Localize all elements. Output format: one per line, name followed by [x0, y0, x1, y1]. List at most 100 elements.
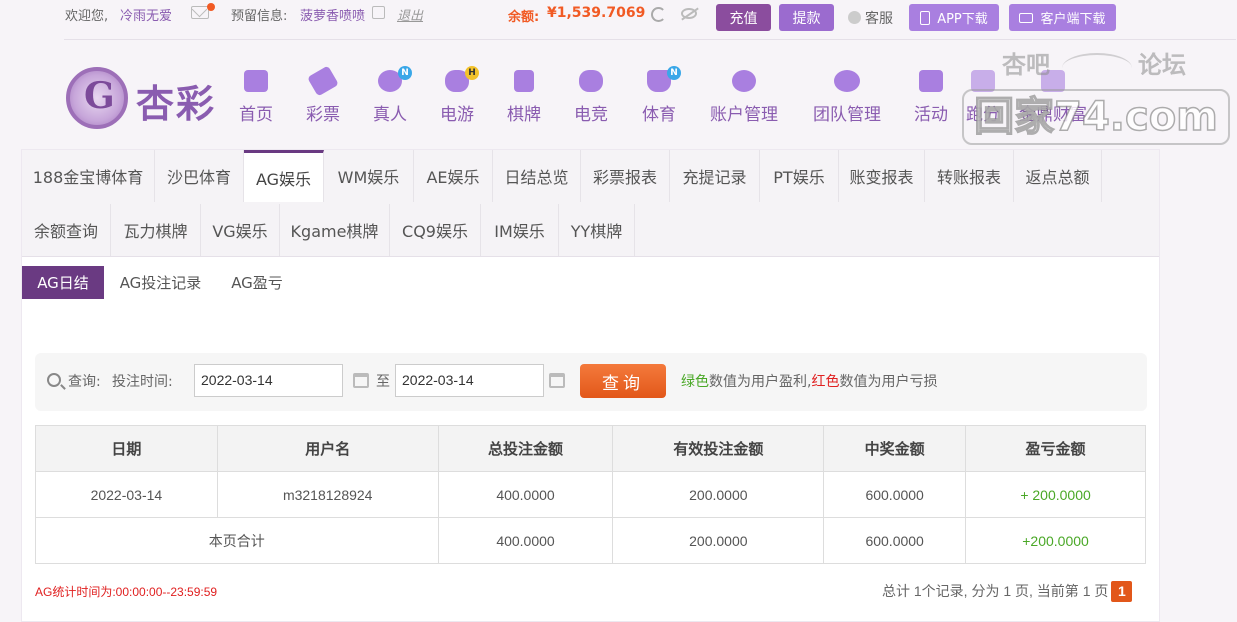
preset-value: 菠萝香喷喷	[300, 9, 366, 24]
logo-mark-icon	[66, 67, 128, 129]
nav-esports[interactable]: 电竞	[572, 70, 610, 126]
page-1-button[interactable]: 1	[1111, 581, 1133, 602]
hide-balance-icon[interactable]	[681, 8, 697, 19]
hot-badge: H	[465, 66, 479, 80]
cards-icon	[514, 70, 534, 92]
tab-cq9[interactable]: CQ9娱乐	[390, 204, 481, 256]
total-winnings: 600.0000	[823, 517, 967, 564]
tab-ae[interactable]: AE娱乐	[414, 150, 493, 202]
stat-time-note: AG统计时间为:00:00:00--23:59:59	[35, 585, 218, 599]
nav-live[interactable]: N 真人	[371, 66, 412, 126]
tab-transfer-report[interactable]: 转账报表	[925, 150, 1014, 202]
nav-sports[interactable]: N 体育	[640, 66, 681, 126]
account-icon	[732, 70, 756, 92]
tab-lottery-report[interactable]: 彩票报表	[581, 150, 670, 202]
watermark-text-left: 杏吧	[1002, 51, 1050, 79]
nav-team-management[interactable]: 团队管理	[810, 70, 884, 126]
total-profit-loss: +200.0000	[965, 517, 1146, 564]
forum-watermark: 杏吧 论坛 回家74.com	[962, 45, 1232, 145]
nav-label: 棋牌	[507, 105, 541, 125]
tab-vg[interactable]: VG娱乐	[201, 204, 280, 256]
query-button[interactable]: 查询	[580, 364, 666, 398]
service-label: 客服	[865, 11, 893, 27]
nav-label: 电竞	[574, 105, 608, 125]
subtab-ag-daily[interactable]: AG日结	[22, 266, 104, 299]
top-bar: 欢迎您, 冷雨无爱 预留信息: 菠萝香喷喷 退出 余额: ¥1,539.7069…	[0, 0, 1237, 32]
total-bet: 400.0000	[437, 517, 614, 564]
customer-service-link[interactable]: 客服	[848, 8, 893, 28]
new-badge: N	[398, 66, 412, 80]
recharge-button[interactable]: 充值	[716, 4, 771, 31]
live-dealer-icon: N	[378, 66, 412, 92]
col-valid-bet: 有效投注金额	[612, 425, 825, 472]
client-download-button[interactable]: 客户端下载	[1009, 4, 1116, 31]
cell-username: m3218128924	[216, 471, 439, 518]
nav-label: 电游	[440, 105, 474, 125]
new-badge: N	[667, 66, 681, 80]
tab-wm[interactable]: WM娱乐	[324, 150, 414, 202]
username-link[interactable]: 冷雨无爱	[120, 5, 172, 24]
hint-red: 红色	[811, 374, 840, 390]
col-total-bet: 总投注金额	[437, 425, 614, 472]
tab-wali-chess[interactable]: 瓦力棋牌	[111, 204, 201, 256]
nav-label: 彩票	[306, 105, 340, 125]
date-from-input[interactable]: 2022-03-14	[194, 364, 343, 397]
color-hint: 绿色数值为用户盈利,红色数值为用户亏损	[681, 371, 937, 391]
tab-pt[interactable]: PT娱乐	[760, 150, 839, 202]
gift-icon	[919, 70, 943, 92]
tab-188-sports[interactable]: 188金宝博体育	[22, 150, 155, 202]
hint-green: 绿色	[681, 374, 709, 390]
pager-summary: 总计 1个记录, 分为 1 页, 当前第 1 页	[882, 583, 1109, 599]
report-tabs: 188金宝博体育 沙巴体育 AG娱乐 WM娱乐 AE娱乐 日结总览 彩票报表 充…	[22, 150, 1159, 257]
col-profit-loss: 盈亏金额	[965, 425, 1146, 472]
unread-dot	[207, 3, 215, 11]
edit-icon[interactable]	[372, 6, 385, 19]
brand-name: 杏彩	[136, 82, 217, 126]
tab-deposit-withdraw[interactable]: 充提记录	[670, 150, 760, 202]
top-divider	[64, 39, 1236, 40]
nav-account-management[interactable]: 账户管理	[707, 70, 781, 126]
preset-label: 预留信息:	[231, 9, 288, 24]
search-icon	[47, 373, 61, 387]
nav-home[interactable]: 首页	[237, 70, 275, 126]
tab-im[interactable]: IM娱乐	[481, 204, 559, 256]
refresh-icon[interactable]	[651, 7, 666, 22]
tab-kgame-chess[interactable]: Kgame棋牌	[280, 204, 390, 256]
nav-lottery[interactable]: 彩票	[304, 65, 342, 126]
app-download-label: APP下载	[937, 12, 988, 27]
table-total-row: 本页合计 400.0000 200.0000 600.0000 +200.000…	[35, 517, 1146, 564]
tab-ag[interactable]: AG娱乐	[244, 150, 324, 202]
pagination: 总计 1个记录, 分为 1 页, 当前第 1 页1	[882, 581, 1133, 602]
nav-activities[interactable]: 活动	[912, 70, 950, 126]
nav-chess[interactable]: 棋牌	[505, 70, 543, 126]
nav-label: 体育	[642, 105, 676, 125]
balance-label: 余额:	[508, 10, 540, 25]
tab-balance-query[interactable]: 余额查询	[22, 204, 111, 256]
subtab-ag-bets[interactable]: AG投注记录	[112, 266, 209, 299]
cell-valid-bet: 200.0000	[612, 471, 825, 518]
search-bar: 查询: 投注时间: 2022-03-14 至 2022-03-14 查询 绿色数…	[35, 353, 1147, 411]
watermark-ornament	[1062, 53, 1132, 83]
nav-label: 账户管理	[710, 105, 778, 125]
home-icon	[244, 70, 268, 92]
cell-total-bet: 400.0000	[437, 471, 614, 518]
calendar-icon[interactable]	[353, 373, 369, 388]
calendar-icon[interactable]	[549, 373, 565, 388]
balance-value: ¥1,539.7069	[547, 5, 646, 21]
ticket-icon	[307, 65, 339, 97]
date-to-input[interactable]: 2022-03-14	[395, 364, 544, 397]
table-header-row: 日期 用户名 总投注金额 有效投注金额 中奖金额 盈亏金额	[35, 425, 1146, 472]
subtab-ag-profit-loss[interactable]: AG盈亏	[222, 266, 292, 299]
logout-link[interactable]: 退出	[397, 5, 423, 24]
tab-account-change[interactable]: 账变报表	[839, 150, 925, 202]
tab-yy-chess[interactable]: YY棋牌	[559, 204, 635, 256]
app-download-button[interactable]: APP下载	[909, 4, 999, 31]
nav-slots[interactable]: H 电游	[438, 66, 479, 126]
tab-saba-sports[interactable]: 沙巴体育	[155, 150, 244, 202]
brand-logo[interactable]: 杏彩	[66, 67, 226, 129]
tab-daily-overview[interactable]: 日结总览	[493, 150, 581, 202]
withdraw-button[interactable]: 提款	[779, 4, 834, 31]
bet-time-label: 投注时间:	[112, 374, 173, 390]
tab-rebate-total[interactable]: 返点总额	[1014, 150, 1102, 202]
table-row: 2022-03-14 m3218128924 400.0000 200.0000…	[35, 471, 1146, 518]
